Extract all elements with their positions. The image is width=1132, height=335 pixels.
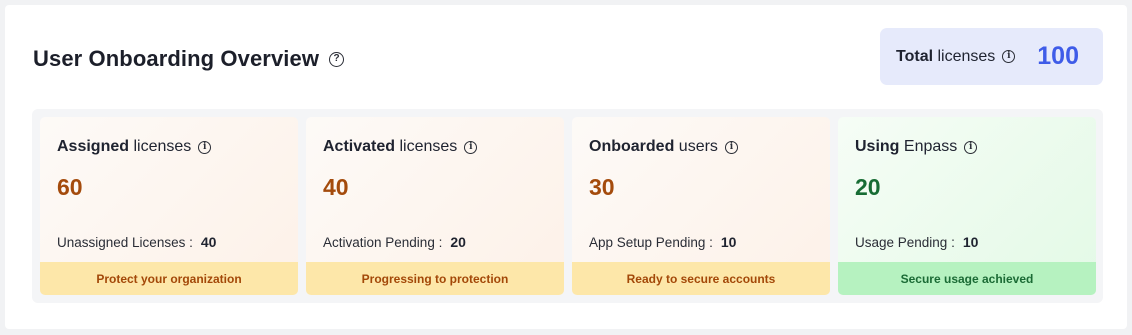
info-circle-icon[interactable]: i <box>724 140 738 154</box>
card-onboarded-users: Onboarded users i 30 App Setup Pending :… <box>572 117 830 295</box>
card-title: Activated licenses i <box>323 138 478 156</box>
card-activated-licenses: Activated licenses i 40 Activation Pendi… <box>306 117 564 295</box>
card-footer-status: Protect your organization <box>40 262 298 295</box>
card-footer-status: Secure usage achieved <box>838 262 1096 295</box>
card-sub-stat: Activation Pending : 20 <box>323 234 466 250</box>
question-circle-icon[interactable]: ? <box>329 51 345 67</box>
info-circle-icon[interactable]: i <box>964 140 978 154</box>
card-title: Onboarded users i <box>589 138 738 156</box>
total-licenses-box: Total licenses i 100 <box>880 28 1103 85</box>
card-title-bold: Assigned <box>57 138 130 155</box>
card-title-rest: licenses <box>395 138 458 155</box>
card-value: 30 <box>589 174 615 200</box>
card-footer-status: Ready to secure accounts <box>572 262 830 295</box>
card-sub-stat: Usage Pending : 10 <box>855 234 978 250</box>
header: User Onboarding Overview ? <box>33 45 345 73</box>
card-title: Using Enpass i <box>855 138 978 156</box>
card-title-rest: users <box>674 138 718 155</box>
card-sub-label: Activation Pending : <box>323 234 443 250</box>
card-title-bold: Activated <box>323 138 396 155</box>
onboarding-overview-panel: User Onboarding Overview ? Total license… <box>5 5 1127 329</box>
page-title: User Onboarding Overview <box>33 46 320 71</box>
card-title: Assigned licenses i <box>57 138 212 156</box>
card-sub-value: 20 <box>450 234 466 250</box>
card-assigned-licenses: Assigned licenses i 60 Unassigned Licens… <box>40 117 298 295</box>
card-title-bold: Onboarded <box>589 138 675 155</box>
card-title-rest: Enpass <box>899 138 958 155</box>
card-footer-status: Progressing to protection <box>306 262 564 295</box>
info-circle-icon[interactable]: i <box>1002 50 1016 63</box>
total-licenses-label-bold: Total <box>896 47 934 65</box>
card-sub-label: App Setup Pending : <box>589 234 713 250</box>
info-circle-icon[interactable]: i <box>464 140 478 154</box>
card-value: 20 <box>855 174 881 200</box>
total-licenses-label: Total licenses <box>896 48 995 66</box>
card-sub-value: 10 <box>962 234 979 250</box>
total-licenses-label-rest: licenses <box>933 47 996 65</box>
card-title-rest: licenses <box>129 138 192 155</box>
card-sub-value: 40 <box>200 234 217 250</box>
card-using-enpass: Using Enpass i 20 Usage Pending : 10 Sec… <box>838 117 1096 295</box>
card-sub-label: Unassigned Licenses : <box>57 234 193 250</box>
card-sub-value: 10 <box>720 234 737 250</box>
stats-cards: Assigned licenses i 60 Unassigned Licens… <box>32 109 1103 303</box>
card-value: 40 <box>323 174 349 200</box>
card-sub-stat: Unassigned Licenses : 40 <box>57 234 216 250</box>
total-licenses-value: 100 <box>1037 42 1079 70</box>
info-circle-icon[interactable]: i <box>198 140 212 154</box>
card-sub-stat: App Setup Pending : 10 <box>589 234 736 250</box>
card-value: 60 <box>57 174 83 200</box>
card-sub-label: Usage Pending : <box>855 234 955 250</box>
card-title-bold: Using <box>855 138 900 155</box>
